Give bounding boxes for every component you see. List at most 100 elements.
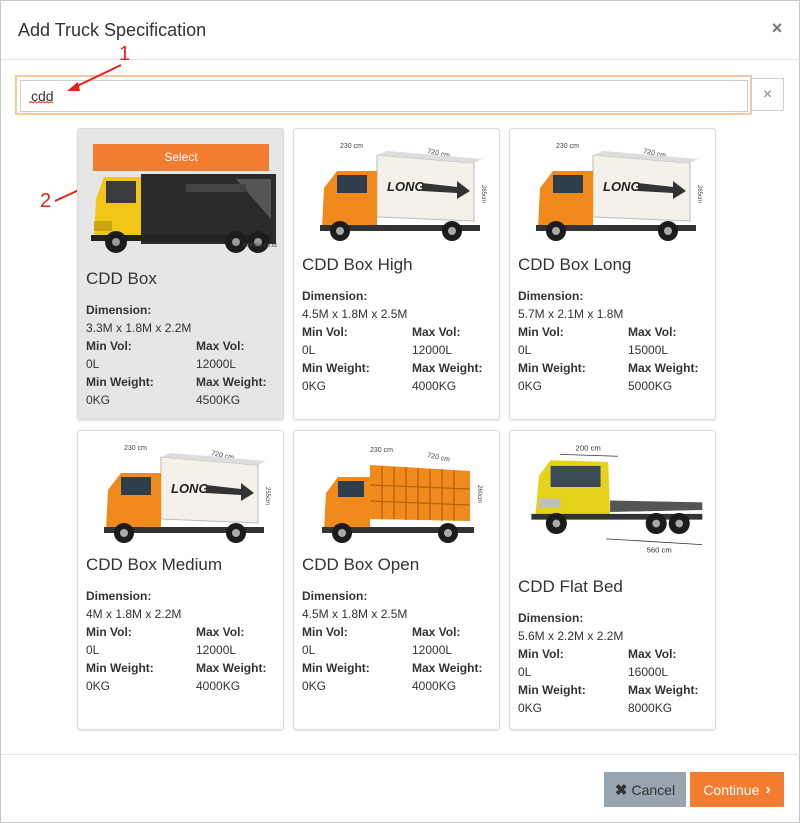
min-weight-label: Min Weight: bbox=[518, 683, 586, 697]
truck-card-cdd-box-medium[interactable]: 230 cm 720 cm 255cm LONG CDD Box Medium … bbox=[77, 430, 284, 730]
min-weight-label: Min Weight: bbox=[86, 661, 154, 675]
modal-title: Add Truck Specification bbox=[18, 20, 207, 40]
dim-label-a: 230 cm bbox=[556, 143, 579, 150]
truck-name: CDD Box Open bbox=[302, 555, 420, 574]
max-weight-label: Max Weight: bbox=[628, 683, 699, 697]
max-weight-value: 4500KG bbox=[196, 393, 241, 407]
min-weight-value: 0KG bbox=[518, 379, 543, 393]
max-weight-label: Max Weight: bbox=[196, 375, 267, 389]
min-vol-value: 0L bbox=[518, 665, 532, 679]
orange-open-truck-image: 230 cm 720 cm 260cm bbox=[322, 447, 482, 543]
close-icon[interactable]: × bbox=[769, 18, 785, 38]
orange-box-truck-image: 230 cm 720 cm 265cm LONG bbox=[320, 143, 486, 241]
max-weight-value: 8000KG bbox=[628, 701, 673, 715]
annotation-label-2: 2 bbox=[40, 190, 52, 212]
min-vol-label: Min Vol: bbox=[518, 647, 564, 661]
box-text: LONG bbox=[387, 179, 425, 194]
max-weight-label: Max Weight: bbox=[628, 361, 699, 375]
max-weight-value: 4000KG bbox=[196, 679, 241, 693]
min-weight-value: 0KG bbox=[86, 679, 111, 693]
min-vol-value: 0L bbox=[518, 343, 532, 357]
dimension-label: Dimension: bbox=[518, 289, 584, 303]
cancel-button[interactable]: ✖ Cancel bbox=[604, 772, 686, 807]
continue-button[interactable]: Continue › bbox=[690, 772, 784, 807]
max-weight-value: 4000KG bbox=[412, 679, 457, 693]
dim-label-a: 230 cm bbox=[370, 447, 393, 454]
add-truck-modal: Add Truck Specification × × 1 2 S bbox=[0, 0, 800, 823]
spellcheck-underline bbox=[29, 101, 53, 104]
annotation-arrow-1 bbox=[67, 64, 122, 91]
dim-label-c: 255cm bbox=[264, 487, 270, 505]
dim-label-c: 260cm bbox=[476, 485, 482, 503]
dimension-label: Dimension: bbox=[86, 303, 152, 317]
min-weight-value: 0KG bbox=[86, 393, 111, 407]
truck-card-cdd-box-long[interactable]: 230 cm 720 cm 265cm LONG CDD Box Long Di… bbox=[509, 128, 716, 420]
truck-name: CDD Box bbox=[86, 269, 157, 288]
max-weight-label: Max Weight: bbox=[412, 361, 483, 375]
orange-box-truck-image: 230 cm 720 cm 265cm LONG bbox=[536, 143, 702, 241]
select-button[interactable]: Select bbox=[93, 144, 269, 171]
dimension-label: Dimension: bbox=[518, 611, 584, 625]
dim-label-c: 265cm bbox=[480, 185, 486, 203]
max-vol-label: Max Vol: bbox=[196, 339, 245, 353]
max-vol-value: 12000L bbox=[412, 343, 453, 357]
dimension-label: Dimension: bbox=[302, 589, 368, 603]
min-weight-label: Min Weight: bbox=[518, 361, 586, 375]
max-vol-label: Max Vol: bbox=[628, 325, 677, 339]
modal-footer: ✖ Cancel Continue › bbox=[1, 754, 800, 823]
min-vol-label: Min Vol: bbox=[302, 625, 348, 639]
truck-name: CDD Box Long bbox=[518, 255, 632, 274]
truck-card-cdd-box[interactable]: Select ktbfuso.co.id CDD Box Dimension: … bbox=[77, 128, 284, 420]
dim-label-a: 230 cm bbox=[124, 445, 147, 452]
continue-label: Continue bbox=[703, 781, 760, 798]
dimension-value: 4M x 1.8M x 2.2M bbox=[86, 607, 182, 621]
max-weight-value: 5000KG bbox=[628, 379, 673, 393]
dimension-value: 5.7M x 2.1M x 1.8M bbox=[518, 307, 624, 321]
clear-search-button[interactable]: × bbox=[751, 78, 784, 111]
truck-name: CDD Flat Bed bbox=[518, 577, 623, 596]
cancel-label: Cancel bbox=[631, 781, 676, 798]
max-vol-value: 12000L bbox=[196, 357, 237, 371]
min-vol-label: Min Vol: bbox=[302, 325, 348, 339]
min-weight-label: Min Weight: bbox=[86, 375, 154, 389]
max-vol-label: Max Vol: bbox=[196, 625, 245, 639]
box-text: LONG bbox=[171, 481, 209, 496]
yellow-flatbed-truck-image: 200 cm 560 cm bbox=[531, 444, 703, 554]
image-credit: ktbfuso.co.id bbox=[243, 243, 277, 249]
max-weight-label: Max Weight: bbox=[412, 661, 483, 675]
dim-label-b: 560 cm bbox=[647, 545, 672, 554]
max-vol-value: 12000L bbox=[412, 643, 453, 657]
dim-label-a: 230 cm bbox=[340, 143, 363, 150]
orange-box-truck-image: 230 cm 720 cm 255cm LONG bbox=[104, 445, 270, 543]
min-weight-value: 0KG bbox=[302, 679, 327, 693]
dimension-value: 5.6M x 2.2M x 2.2M bbox=[518, 629, 624, 643]
min-vol-value: 0L bbox=[86, 357, 100, 371]
max-weight-value: 4000KG bbox=[412, 379, 457, 393]
dimension-label: Dimension: bbox=[302, 289, 368, 303]
dim-label-c: 265cm bbox=[696, 185, 702, 203]
dimension-value: 3.3M x 1.8M x 2.2M bbox=[86, 321, 192, 335]
truck-name: CDD Box High bbox=[302, 255, 413, 274]
max-vol-value: 12000L bbox=[196, 643, 237, 657]
dim-label-a: 200 cm bbox=[576, 444, 601, 453]
max-weight-label: Max Weight: bbox=[196, 661, 267, 675]
truck-card-cdd-box-open[interactable]: 230 cm 720 cm 260cm CDD Box Open Dimensi… bbox=[293, 430, 500, 730]
min-vol-label: Min Vol: bbox=[86, 625, 132, 639]
min-vol-value: 0L bbox=[302, 643, 316, 657]
box-text: LONG bbox=[603, 179, 641, 194]
min-vol-value: 0L bbox=[302, 343, 316, 357]
truck-card-cdd-box-high[interactable]: 230 cm 720 cm 265cm LONG CDD Box High Di… bbox=[293, 128, 500, 420]
max-vol-label: Max Vol: bbox=[412, 325, 461, 339]
dim-label-b: 720 cm bbox=[427, 452, 451, 464]
max-vol-label: Max Vol: bbox=[412, 625, 461, 639]
max-vol-value: 16000L bbox=[628, 665, 669, 679]
min-vol-value: 0L bbox=[86, 643, 100, 657]
min-weight-label: Min Weight: bbox=[302, 661, 370, 675]
min-weight-value: 0KG bbox=[302, 379, 327, 393]
truck-name: CDD Box Medium bbox=[86, 555, 223, 574]
chevron-right-icon: › bbox=[765, 780, 771, 798]
dimension-value: 4.5M x 1.8M x 2.5M bbox=[302, 307, 408, 321]
search-input[interactable] bbox=[20, 80, 748, 112]
truck-card-cdd-flat-bed[interactable]: 200 cm 560 cm CDD Flat Bed Dimension: 5.… bbox=[509, 430, 716, 730]
max-vol-value: 15000L bbox=[628, 343, 669, 357]
